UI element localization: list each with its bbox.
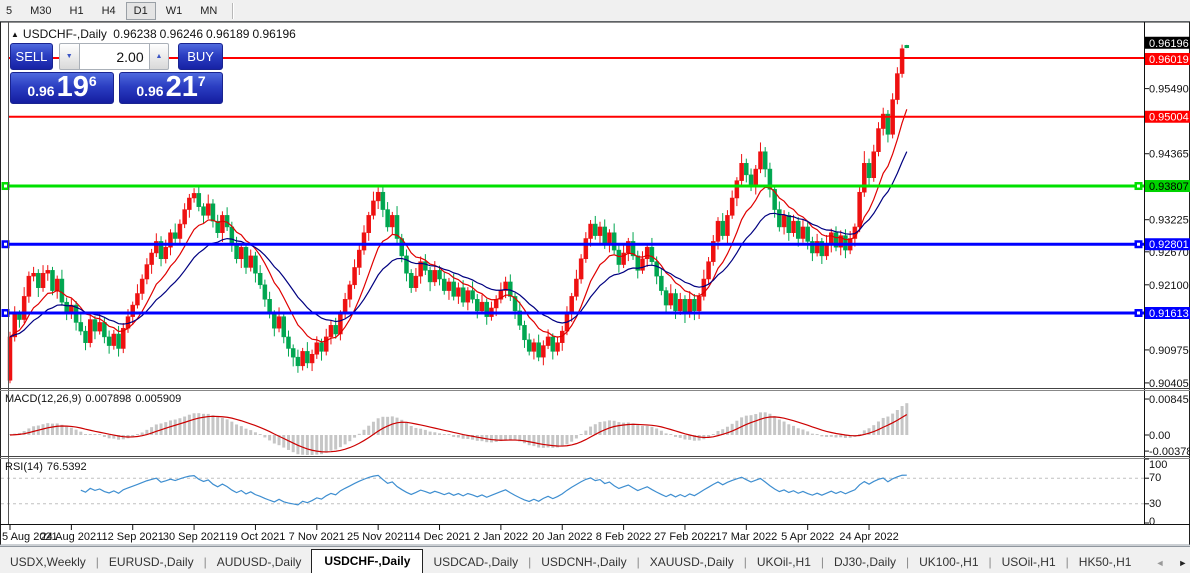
svg-text:8 Feb 2022: 8 Feb 2022: [596, 531, 652, 543]
tab-scroll-right-icon[interactable]: ►: [1178, 558, 1187, 568]
buy-price-button[interactable]: 0.96 21 7: [119, 72, 223, 104]
svg-text:24 Aug 2021: 24 Aug 2021: [40, 531, 102, 543]
svg-text:5 Apr 2022: 5 Apr 2022: [781, 531, 834, 543]
svg-text:-0.003783: -0.003783: [1149, 446, 1190, 458]
svg-text:27 Feb 2022: 27 Feb 2022: [654, 531, 716, 543]
chart-tab-dj30-daily[interactable]: DJ30-,Daily: [824, 551, 906, 573]
svg-text:0.93225: 0.93225: [1149, 215, 1189, 227]
svg-text:0: 0: [1149, 516, 1155, 528]
ohlc-high: 0.96246: [159, 27, 204, 41]
chart-tab-uk100-h1[interactable]: UK100-,H1: [909, 551, 988, 573]
svg-text:0.96019: 0.96019: [1149, 54, 1189, 66]
macd-value-1: 0.007898: [85, 393, 132, 405]
chart-tab-eurusd-daily[interactable]: EURUSD-,Daily: [99, 551, 204, 573]
svg-text:20 Jan 2022: 20 Jan 2022: [532, 531, 593, 543]
chart-tab-hk50-h1[interactable]: HK50-,H1: [1069, 551, 1142, 573]
svg-text:70: 70: [1149, 472, 1161, 484]
sell-price-button[interactable]: 0.96 19 6: [10, 72, 114, 104]
svg-text:14 Dec 2021: 14 Dec 2021: [408, 531, 470, 543]
svg-text:30 Sep 2021: 30 Sep 2021: [163, 531, 225, 543]
chart-symbol: USDCHF-,Daily: [22, 27, 107, 41]
chart-tab-xauusd-daily[interactable]: XAUUSD-,Daily: [640, 551, 744, 573]
chart-tab-audusd-daily[interactable]: AUDUSD-,Daily: [207, 551, 312, 573]
svg-text:17 Mar 2022: 17 Mar 2022: [715, 531, 777, 543]
chart-tab-bar: USDX,Weekly | EURUSD-,Daily | AUDUSD-,Daily U…: [0, 546, 1190, 573]
buy-price-main: 21: [165, 71, 198, 104]
sell-button[interactable]: SELL: [10, 43, 53, 70]
svg-text:0.94365: 0.94365: [1149, 149, 1189, 161]
svg-text:0.93807: 0.93807: [1149, 181, 1189, 193]
svg-text:0.91613: 0.91613: [1149, 308, 1189, 320]
chart-tab-ukoil-h1[interactable]: UKOil-,H1: [747, 551, 821, 573]
svg-text:12 Sep 2021: 12 Sep 2021: [102, 531, 164, 543]
rsi-value: 76.5392: [46, 461, 87, 473]
sell-price-pipette: 6: [88, 73, 97, 89]
macd-indicator-label: MACD(12,26,9) 0.007898 0.005909: [5, 393, 185, 405]
volume-input[interactable]: 2.00: [79, 43, 149, 70]
svg-text:24 Apr 2022: 24 Apr 2022: [839, 531, 898, 543]
volume-increase-button[interactable]: ▲: [148, 43, 170, 70]
ohlc-close: 0.96196: [252, 27, 296, 41]
buy-price-prefix: 0.96: [136, 83, 164, 99]
chart-tab-usdchf-daily[interactable]: USDCHF-,Daily: [311, 549, 424, 573]
svg-text:0.95490: 0.95490: [1149, 84, 1189, 96]
macd-value-2: 0.005909: [135, 393, 182, 405]
rsi-name: RSI(14): [5, 461, 43, 473]
svg-text:7 Nov 2021: 7 Nov 2021: [289, 531, 345, 543]
chart-title: ▲ USDCHF-,Daily 0.96238 0.96246 0.96189 0.96…: [11, 27, 299, 41]
tab-scroll-left-icon[interactable]: ◄: [1155, 558, 1164, 568]
chart-tab-usdcnh-daily[interactable]: USDCNH-,Daily: [531, 551, 636, 573]
buy-button[interactable]: BUY: [178, 43, 223, 70]
chart-tab-usoil-h1[interactable]: USOil-,H1: [992, 551, 1066, 573]
ohlc-open: 0.96238: [113, 27, 157, 41]
buy-price-pipette: 7: [197, 73, 206, 89]
svg-text:100: 100: [1149, 459, 1167, 471]
svg-text:0.008455: 0.008455: [1149, 394, 1190, 406]
svg-text:30: 30: [1149, 498, 1161, 510]
svg-text:0.96196: 0.96196: [1149, 38, 1189, 50]
svg-text:0.90975: 0.90975: [1149, 345, 1189, 357]
trading-platform-window: 5 M30 H1 H4 D1 W1 MN 0.95490 0.94365 0.93225 0.92…: [0, 0, 1190, 573]
volume-decrease-button[interactable]: ▼: [58, 43, 80, 70]
svg-text:0.90405: 0.90405: [1149, 378, 1189, 390]
macd-name: MACD(12,26,9): [5, 393, 82, 405]
svg-text:0.00: 0.00: [1149, 430, 1170, 442]
svg-text:19 Oct 2021: 19 Oct 2021: [225, 531, 285, 543]
symbol-triangle-icon: ▲: [11, 30, 19, 39]
svg-text:25 Nov 2021: 25 Nov 2021: [347, 531, 409, 543]
chart-tab-usdcad-daily[interactable]: USDCAD-,Daily: [423, 551, 528, 573]
chart-tab-usdx-weekly[interactable]: USDX,Weekly: [0, 551, 96, 573]
sell-price-main: 19: [56, 71, 89, 104]
svg-text:0.92100: 0.92100: [1149, 280, 1189, 292]
ohlc-low: 0.96189: [206, 27, 250, 41]
svg-text:2 Jan 2022: 2 Jan 2022: [474, 531, 528, 543]
svg-text:0.95004: 0.95004: [1149, 112, 1189, 124]
sell-price-prefix: 0.96: [27, 83, 55, 99]
rsi-indicator-label: RSI(14) 76.5392: [5, 461, 91, 473]
one-click-trade-panel: SELL ▼ 2.00 ▲ BUY 0.96 19 6 0.96 21 7: [10, 43, 223, 104]
svg-text:0.92801: 0.92801: [1149, 239, 1189, 251]
